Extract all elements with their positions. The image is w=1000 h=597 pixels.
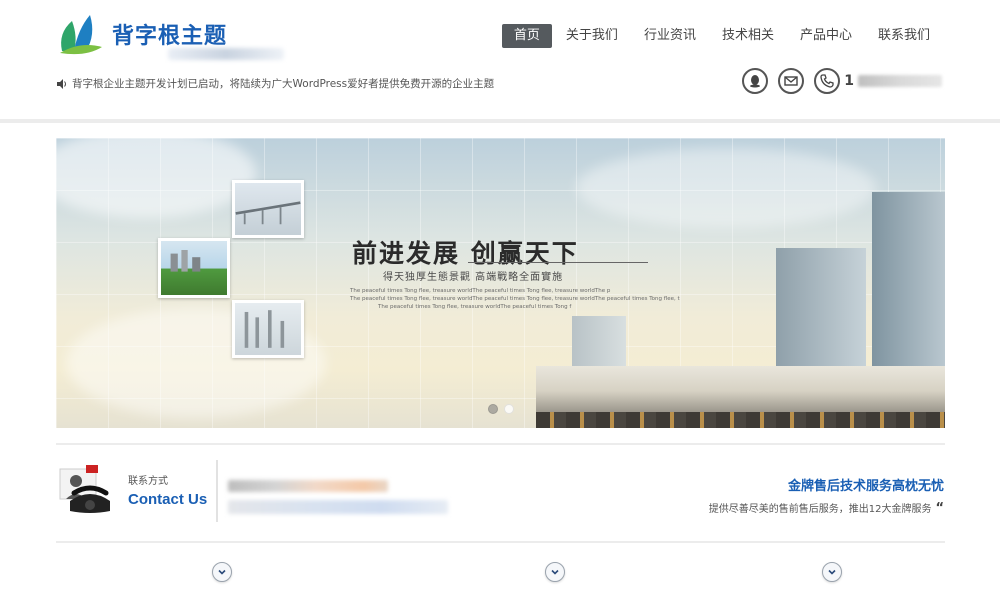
phone-number-redacted <box>858 75 942 87</box>
section-divider-2 <box>56 541 945 543</box>
mall-storefront <box>536 412 945 428</box>
slide-indicators <box>488 404 514 414</box>
banner-small-line-2: The peaceful times Tong flee, treasure w… <box>350 296 680 302</box>
section-divider <box>56 443 945 445</box>
hero-banner[interactable]: 前进发展 创赢天下 得天独厚生態景觀 高端戰略全面實施 The peaceful… <box>56 138 945 428</box>
nav-item-4[interactable]: 技术相关 <box>710 24 786 48</box>
redacted-contact-info-2 <box>228 500 448 514</box>
announcement-bar: 背字根企业主题开发计划已启动，将陆续为广大WordPress爱好者提供免费开源的… <box>56 76 494 91</box>
city-photo <box>158 238 230 298</box>
qq-icon[interactable] <box>742 68 769 94</box>
site-header: 背字根主题 首页 关于我们 行业资讯 技术相关 产品中心 联系我们 背字根企业主题开发计划… <box>0 0 1000 123</box>
service-title: 金牌售后技术服务高枕无忧 <box>787 479 944 494</box>
chevron-down-icon[interactable] <box>212 562 232 582</box>
banner-subtitle: 得天独厚生態景觀 高端戰略全面實施 <box>383 272 564 283</box>
service-description: 提供尽善尽美的售前售后服务，推出12大金牌服务 “ <box>709 500 944 516</box>
nav-item-2[interactable]: 关于我们 <box>554 24 630 48</box>
redacted-contact-info-1 <box>228 480 388 492</box>
quote-icon: “ <box>935 501 944 516</box>
plant-photo <box>232 300 304 358</box>
announcement-text: 背字根企业主题开发计划已启动，将陆续为广大WordPress爱好者提供免费开源的… <box>72 78 495 90</box>
site-logo[interactable]: 背字根主题 <box>56 10 284 60</box>
nav-item-3[interactable]: 行业资讯 <box>632 24 708 48</box>
mail-icon[interactable] <box>778 68 805 94</box>
phone-number: 1 <box>844 73 854 89</box>
service-desc-text: 提供尽善尽美的售前售后服务，推出12大金牌服务 <box>708 504 932 515</box>
logo-tagline-redacted <box>168 48 284 60</box>
header-contact-icons: 1 <box>732 68 942 94</box>
nav-item-5[interactable]: 产品中心 <box>788 24 864 48</box>
banner-small-line-3: The peaceful times Tong flee, treasure w… <box>378 304 572 310</box>
banner-small-line-1: The peaceful times Tong flee, treasure w… <box>350 288 611 294</box>
chevron-down-icon[interactable] <box>822 562 842 582</box>
telephone-icon <box>56 463 118 517</box>
contact-divider <box>216 460 218 522</box>
logo-mark-icon <box>60 15 102 55</box>
contact-us-block[interactable]: 联系方式 Contact Us <box>56 462 226 518</box>
contact-label-en: Contact Us <box>128 491 208 508</box>
bridge-photo <box>232 180 304 238</box>
slide-dot-2[interactable] <box>504 404 514 414</box>
contact-label-cn: 联系方式 <box>128 476 168 487</box>
phone-icon[interactable] <box>814 68 841 94</box>
slide-dot-1[interactable] <box>488 404 498 414</box>
main-nav: 首页 关于我们 行业资讯 技术相关 产品中心 联系我们 <box>500 24 942 48</box>
logo-text: 背字根主题 <box>112 24 228 49</box>
header-divider <box>0 119 1000 123</box>
speaker-icon <box>57 78 66 89</box>
banner-title: 前进发展 创赢天下 <box>352 239 579 268</box>
service-promo: 金牌售后技术服务高枕无忧 提供尽善尽美的售前售后服务，推出12大金牌服务 “ <box>709 475 944 516</box>
nav-item-6[interactable]: 联系我们 <box>866 24 942 48</box>
nav-item-1[interactable]: 首页 <box>501 24 552 48</box>
chevron-down-icon[interactable] <box>545 562 565 582</box>
banner-title-rule <box>468 262 648 263</box>
